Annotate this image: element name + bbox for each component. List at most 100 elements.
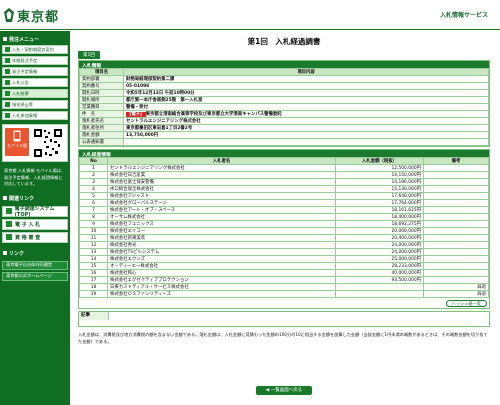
bid-note — [423, 185, 489, 193]
bid-info-label: 開札日時 — [79, 89, 124, 97]
arrow-icon — [5, 91, 10, 96]
table-row: 6 株式会社グローバルステージ 17,764,000円 — [79, 199, 489, 207]
sidebar-section-links: 関連リンク — [0, 190, 70, 204]
sidebar-item-suspension[interactable]: 指名停止等 — [2, 100, 68, 109]
table-row: 3 株式会社富士保安警備 14,196,000円 — [79, 178, 489, 186]
table-row: 19 株式会社ＯＳファシリティーズ 辞退 — [79, 290, 489, 298]
bid-amount: 24,000,000円 — [335, 248, 424, 256]
mobile-badge: モバイル版 — [5, 128, 29, 156]
logo-text: 東京都 — [17, 9, 60, 25]
table-row: 14 株式会社エクシズ 25,000,000円 — [79, 255, 489, 263]
table-row: 4 木口総合保全株式会社 15,130,000円 — [79, 185, 489, 193]
remarks-label: 記事 — [79, 312, 109, 320]
bid-amount — [335, 290, 424, 298]
bid-info-value: 13,750,000円 — [123, 131, 489, 139]
bid-note: 辞退 — [423, 290, 489, 298]
arrow-icon — [5, 102, 10, 107]
electronic-tag: 【電子】 — [126, 112, 146, 117]
bid-info-panel: 入札情報 項目名 項目内容 契約部署 財務局経理部契約第二課 契約番号 05-0109… — [78, 60, 490, 147]
bid-amount: 20,400,000円 — [335, 234, 424, 242]
bidder-no: 9 — [79, 220, 108, 228]
bidder-no: 11 — [79, 234, 108, 242]
bid-note — [423, 220, 489, 228]
bidder-name: 株式会社新東美装 — [107, 234, 336, 242]
bidder-no: 8 — [79, 213, 108, 221]
bid-note — [423, 276, 489, 284]
bid-info-table: 項目名 項目内容 契約部署 財務局経理部契約第二課 契約番号 05-01098 開札日時… — [79, 68, 489, 146]
bidder-no: 18 — [79, 283, 108, 291]
bid-note — [423, 192, 489, 200]
arrow-icon — [5, 80, 10, 85]
tokyo-logo[interactable]: 東京都 — [4, 5, 59, 25]
link-e-government[interactable]: 東京電子自治体共同運営 — [2, 260, 68, 270]
bidder-no: 1 — [79, 164, 108, 172]
mobile-promo[interactable]: モバイル版 — [2, 124, 68, 162]
bid-info-value — [123, 138, 489, 146]
bid-info-row: 公表通知書 — [79, 138, 489, 146]
footnote: 入札金額は、消費税及び地方消費税の額を含まない金額である。落札金額は、入札金額に… — [78, 332, 488, 344]
bid-info-row: 開札日時 令和5年12月13日 午前10時00分 — [79, 89, 489, 97]
sidebar-item-qualification[interactable]: 入札参加資格 — [2, 111, 68, 120]
table-row: 16 株式会社和心 40,000,000円 — [79, 269, 489, 277]
bid-amount: 15,130,000円 — [335, 185, 424, 193]
bidder-no: 19 — [79, 290, 108, 298]
bidder-no: 7 — [79, 206, 108, 214]
bid-info-label: 公表通知書 — [79, 138, 124, 146]
bid-info-label: 件 名 — [79, 110, 124, 118]
qualification-review-button[interactable]: 資 格 審 査 — [2, 231, 68, 243]
bid-note — [423, 241, 489, 249]
link-tokyo-official[interactable]: 東京都公式ホームページ — [2, 271, 68, 281]
sidebar-item-bid-notice[interactable]: 入札公告 — [2, 78, 68, 87]
bid-amount: 18,692,275円 — [335, 220, 424, 228]
bidder-name: 株式会社エクシズ — [107, 255, 336, 263]
column-header: 入札金額（税抜） — [335, 157, 424, 165]
bid-info-text: 東京都墨田区東向島1丁目2番2号 — [126, 126, 193, 131]
table-row: 7 株式会社アート・オブ・スペース 18,161,625円 — [79, 206, 489, 214]
e-procurement-top-button[interactable]: 電子調達システム(TOP) — [2, 205, 68, 218]
sidebar: 発注メニュー 入札・契約制度の案内 年間発注予定 発注予定情報 入札公告 入札結… — [0, 31, 70, 405]
bid-note — [423, 234, 489, 242]
bid-info-text: 05-01098 — [126, 83, 150, 89]
bid-info-text: セントラルエンジニアリング株式会社 — [126, 119, 201, 124]
bid-amount: 12,500,000円 — [335, 164, 424, 172]
table-row: 18 日東カストディアル・サービス株式会社 辞退 — [79, 283, 489, 291]
bid-note — [423, 248, 489, 256]
bid-info-row: 落札金額 13,750,000円 — [79, 131, 489, 139]
phone-icon — [13, 130, 21, 142]
bidder-name: 株式会社秀光 — [107, 241, 336, 249]
back-to-list-button[interactable]: ◀ 一覧画面へ戻る — [256, 386, 312, 395]
bidder-no: 10 — [79, 227, 108, 235]
bid-progress-table: No 入札者名 入札金額（税抜） 備考 1 セントラルエンジニアリング株式会社 12… — [79, 157, 489, 298]
bidder-name: 木口総合保全株式会社 — [107, 185, 336, 193]
bid-info-label: 落札者住所 — [79, 124, 124, 132]
bid-info-label: 落札金額 — [79, 131, 124, 139]
bidder-no: 4 — [79, 185, 108, 193]
e-bidding-button[interactable]: 電 子 入 札 — [2, 218, 68, 230]
bid-info-label: 営業種目 — [79, 103, 124, 111]
sidebar-item-annual-plan[interactable]: 年間発注予定 — [2, 56, 68, 65]
bid-note — [423, 255, 489, 263]
bid-info-header: 入札情報 — [79, 61, 489, 69]
arrow-icon — [6, 208, 12, 214]
table-row: 15 オーディーエー株式会社 28,233,000円 — [79, 262, 489, 270]
bidder-name: 株式会社日吉産業 — [107, 171, 336, 179]
hash-list-button[interactable]: ハッシュ値一覧 — [445, 300, 487, 307]
table-row: 17 株式会社エグゼクティブプロテクション 93,500,000円 — [79, 276, 489, 284]
bid-note — [423, 178, 489, 186]
sidebar-item-order-plan[interactable]: 発注予定情報 — [2, 67, 68, 76]
bid-amount: 24,000,000円 — [335, 241, 424, 249]
column-header: 備考 — [423, 157, 489, 165]
bid-amount: 40,000,000円 — [335, 269, 424, 277]
bid-info-value: 警備・受付 — [123, 103, 489, 111]
bid-info-text: 13,750,000円 — [126, 133, 159, 138]
tab-round-1[interactable]: 第1回 — [78, 51, 100, 59]
bid-info-text: 財務局経理部契約第二課 — [126, 77, 175, 82]
table-row: 13 株式会社TSビルシステム 24,000,000円 — [79, 248, 489, 256]
bid-info-text: 警備・受付 — [126, 105, 148, 110]
bid-note: 辞退 — [423, 283, 489, 291]
sidebar-item-bid-results[interactable]: 入札結果 — [2, 89, 68, 98]
sidebar-item-system-guide[interactable]: 入札・契約制度の案内 — [2, 45, 68, 54]
bidder-name: セントラルエンジニアリング株式会社 — [107, 164, 336, 172]
bid-note — [423, 213, 489, 221]
bidder-no: 2 — [79, 171, 108, 179]
